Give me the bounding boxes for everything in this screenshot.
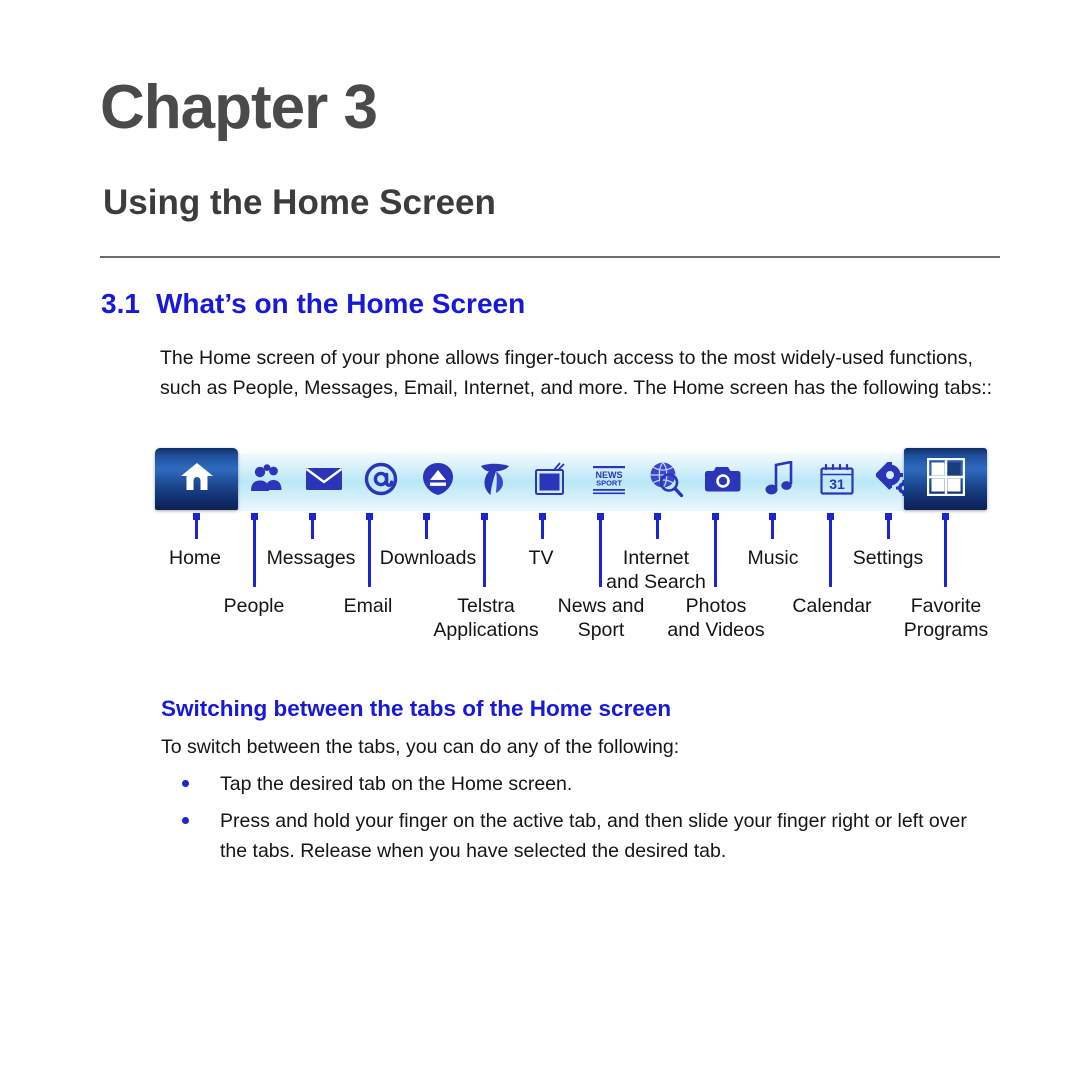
leader-music xyxy=(769,513,776,539)
leader-favorite-programs xyxy=(942,513,949,587)
subsection-heading: Switching between the tabs of the Home s… xyxy=(161,696,672,721)
tab-calendar[interactable]: 31 xyxy=(809,453,865,505)
leader-downloads xyxy=(423,513,430,539)
leader-calendar xyxy=(827,513,834,587)
newspaper-icon: NEWS SPORT xyxy=(589,463,629,495)
television-icon xyxy=(534,461,570,497)
list-item: Press and hold your finger on the active… xyxy=(182,807,982,866)
callout-music: Music xyxy=(747,547,799,569)
download-shield-icon xyxy=(422,462,454,496)
calendar-day-number: 31 xyxy=(829,476,845,492)
callout-people: People xyxy=(223,595,285,617)
leader-messages xyxy=(309,513,316,539)
tab-messages[interactable] xyxy=(296,453,352,505)
bullet-text: Tap the desired tab on the Home screen. xyxy=(220,773,573,795)
bullet-dot-icon xyxy=(182,817,189,824)
tab-email[interactable] xyxy=(353,453,409,505)
calendar-icon: 31 xyxy=(819,462,855,496)
leader-tv xyxy=(539,513,546,539)
section-title: What’s on the Home Screen xyxy=(155,288,526,319)
svg-text:SPORT: SPORT xyxy=(596,479,622,488)
tab-internet-search[interactable] xyxy=(638,453,694,505)
tab-tv[interactable] xyxy=(524,453,580,505)
telstra-t-icon xyxy=(478,461,512,497)
bullet-text: Press and hold your finger on the active… xyxy=(220,810,967,862)
title-divider xyxy=(100,256,1000,258)
tab-people[interactable] xyxy=(239,453,295,505)
globe-search-icon xyxy=(647,460,685,498)
callout-photos-videos: Photos and Videos xyxy=(667,595,765,641)
callout-calendar: Calendar xyxy=(792,595,872,617)
section-number: 3.1 xyxy=(101,288,140,319)
tab-favorite-programs[interactable] xyxy=(904,448,987,510)
callout-tv: TV xyxy=(528,547,554,569)
envelope-icon xyxy=(305,465,343,493)
list-item: Tap the desired tab on the Home screen. xyxy=(182,770,982,800)
callout-news-sport: News and Sport xyxy=(557,595,645,641)
callout-settings: Settings xyxy=(852,547,924,569)
leader-settings xyxy=(885,513,892,539)
tab-news-sport[interactable]: NEWS SPORT xyxy=(581,453,637,505)
camera-icon xyxy=(704,465,742,493)
leader-home xyxy=(193,513,200,539)
section-intro-paragraph: The Home screen of your phone allows fin… xyxy=(160,347,993,399)
callout-telstra: Telstra Applications xyxy=(433,595,539,641)
callout-internet-search: Internet and Search xyxy=(606,547,706,593)
callout-favorite-programs: Favorite Programs xyxy=(903,595,989,641)
tab-music[interactable] xyxy=(752,453,808,505)
music-note-icon xyxy=(765,461,795,497)
callout-email: Email xyxy=(343,595,393,617)
at-sign-icon xyxy=(364,462,398,496)
callout-home: Home xyxy=(168,547,222,569)
home-icon xyxy=(180,461,214,497)
grid-squares-icon xyxy=(926,457,965,501)
subsection-intro: To switch between the tabs, you can do a… xyxy=(161,736,680,758)
chapter-title: Using the Home Screen xyxy=(103,183,496,222)
callout-downloads: Downloads xyxy=(379,547,477,569)
tab-photos-videos[interactable] xyxy=(695,453,751,505)
section-heading: 3.1 What’s on the Home Screen xyxy=(101,290,525,318)
chapter-number: Chapter 3 xyxy=(100,73,378,142)
tab-home[interactable] xyxy=(155,448,238,510)
home-screen-tabbar-figure: NEWS SPORT 31 xyxy=(155,448,987,511)
tab-downloads[interactable] xyxy=(410,453,466,505)
people-icon xyxy=(250,464,284,494)
tab-telstra[interactable] xyxy=(467,453,523,505)
callout-messages: Messages xyxy=(266,547,356,569)
leader-internet-search xyxy=(654,513,661,539)
bullet-dot-icon xyxy=(182,780,189,787)
